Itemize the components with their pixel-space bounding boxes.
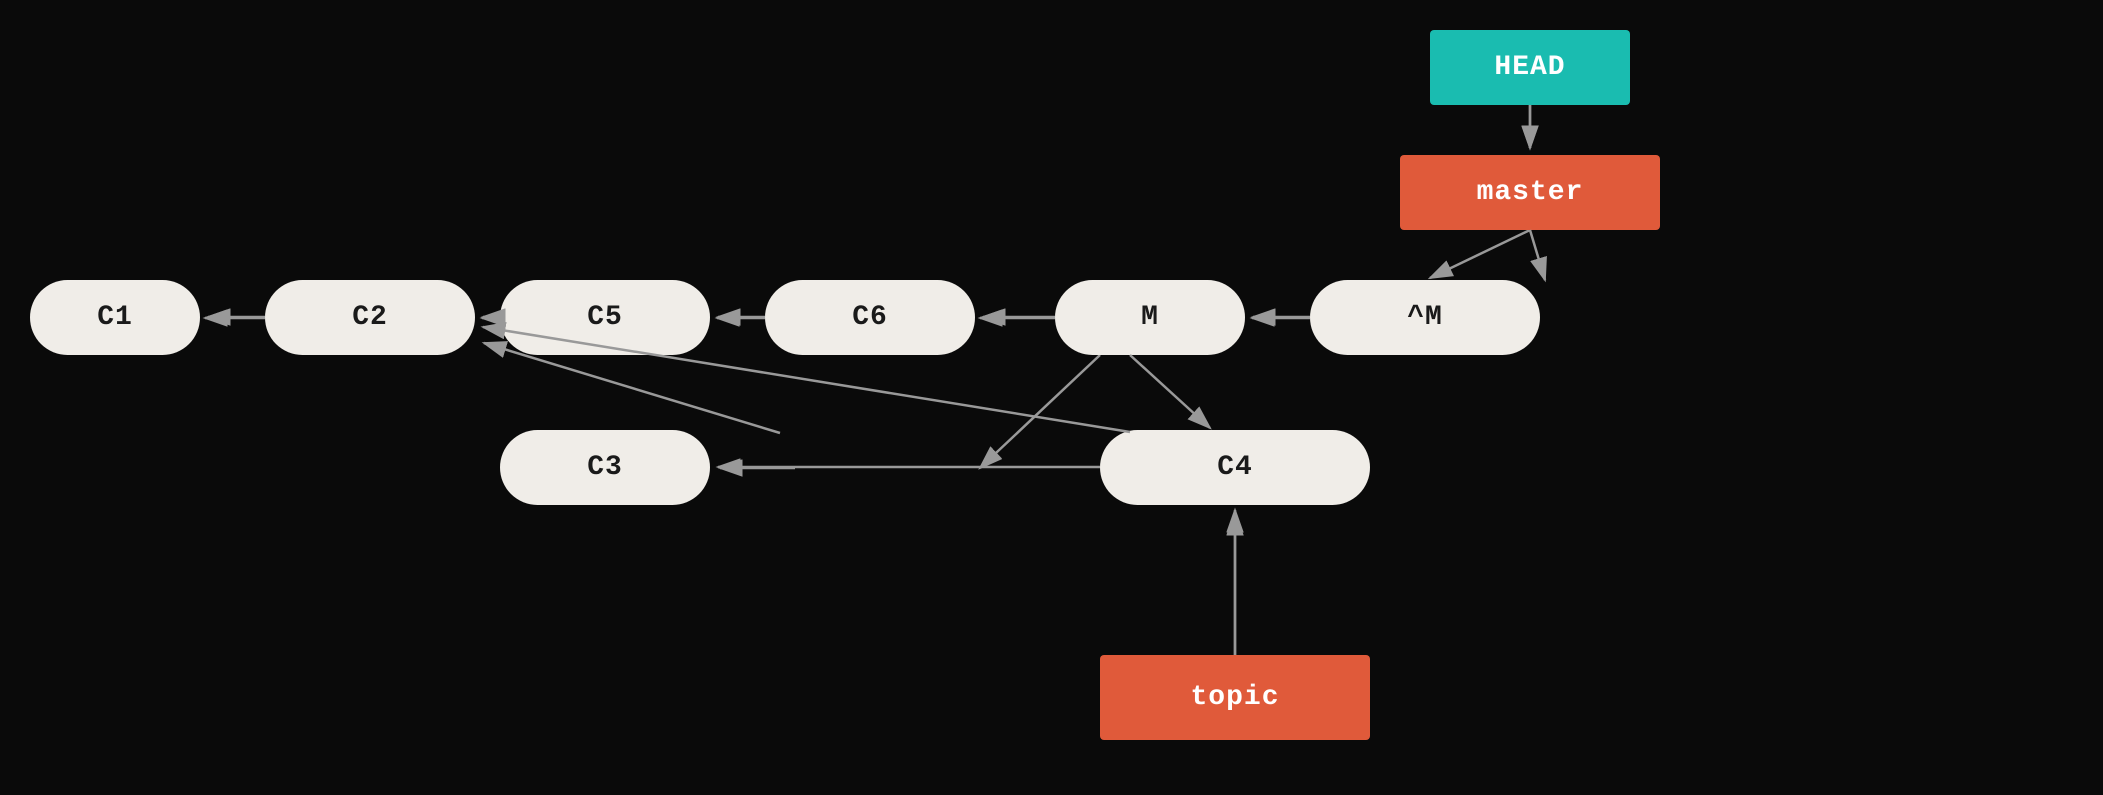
commit-c4: C4 (1100, 430, 1370, 505)
commit-c1: C1 (30, 280, 200, 355)
diagram: C1 C2 C3 C4 C5 C6 M ^M HEAD master topic (0, 0, 2103, 795)
commit-c3: C3 (500, 430, 710, 505)
commit-m: M (1055, 280, 1245, 355)
commit-c5: C5 (500, 280, 710, 355)
commit-caret-m: ^M (1310, 280, 1540, 355)
label-head: HEAD (1430, 30, 1630, 105)
commit-c6: C6 (765, 280, 975, 355)
label-topic: topic (1100, 655, 1370, 740)
commit-c2: C2 (265, 280, 475, 355)
label-master: master (1400, 155, 1660, 230)
arrows-svg (0, 0, 2103, 795)
